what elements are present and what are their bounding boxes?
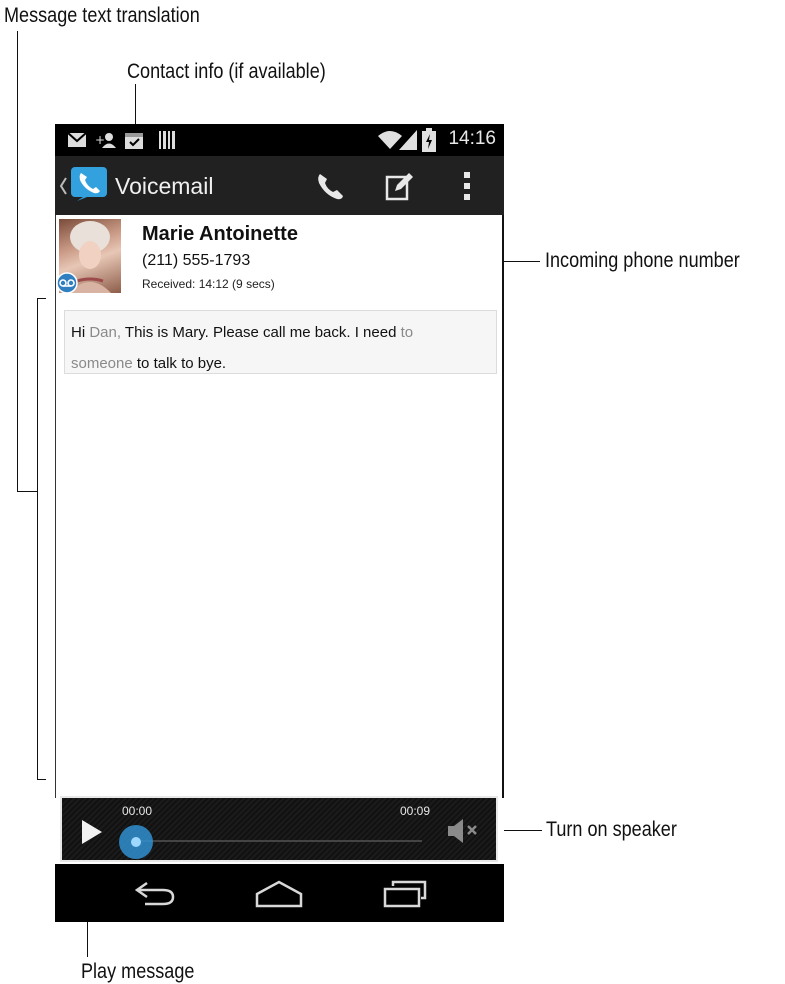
- callout-contact-info: Contact info (if available): [127, 60, 326, 83]
- email-icon: [67, 132, 87, 153]
- transcription-bubble: Hi Dan, This is Mary. Please call me bac…: [64, 310, 497, 374]
- elapsed-time: 00:00: [122, 804, 153, 818]
- call-icon[interactable]: [315, 171, 345, 206]
- callout-incoming-phone-number: Incoming phone number: [545, 249, 740, 272]
- status-bar: + 14:16: [55, 124, 504, 156]
- seek-track[interactable]: [132, 840, 422, 842]
- nav-home-icon[interactable]: [255, 880, 303, 913]
- signal-icon: [399, 130, 417, 155]
- navigation-bar: [55, 864, 504, 922]
- transcript-word: to talk to bye.: [132, 355, 227, 372]
- leader-line: [17, 491, 38, 492]
- callout-turn-on-speaker: Turn on speaker: [546, 818, 677, 841]
- callout-play-message: Play message: [81, 960, 195, 983]
- mute-speaker-icon[interactable]: [446, 818, 484, 849]
- transcription-line-1: Hi Dan, This is Mary. Please call me bac…: [71, 317, 490, 348]
- back-chevron-icon[interactable]: [59, 176, 67, 201]
- transcript-word: Hi: [71, 324, 90, 341]
- contact-phone-number: (211) 555-1793: [142, 252, 251, 269]
- action-bar-title: Voicemail: [115, 173, 214, 199]
- leader-line: [37, 298, 46, 299]
- seek-thumb[interactable]: [118, 824, 154, 865]
- battery-icon: [422, 128, 436, 157]
- transcript-word-low-confidence: to: [400, 324, 414, 341]
- calendar-icon: [124, 130, 144, 155]
- voicemail-detail: Marie Antoinette (211) 555-1793 Received…: [55, 215, 504, 798]
- transcript-word-low-confidence: someone: [71, 355, 133, 372]
- playback-bar: 00:00 00:09: [60, 796, 498, 862]
- play-icon[interactable]: [80, 818, 104, 851]
- overflow-menu-icon[interactable]: [463, 171, 471, 206]
- phone-screen: + 14:16 Voicemail Marie Antoinette (211)…: [55, 124, 504, 922]
- contact-name: Marie Antoinette: [142, 223, 298, 245]
- leader-line: [37, 779, 46, 780]
- nav-back-icon[interactable]: [133, 881, 177, 912]
- voicemail-app-icon[interactable]: [69, 163, 113, 212]
- action-bar: Voicemail: [55, 156, 504, 215]
- nav-recents-icon[interactable]: [383, 880, 427, 913]
- voicemail-badge-icon: [56, 272, 78, 299]
- received-time: Received: 14:12 (9 secs): [142, 277, 275, 291]
- transcript-word-low-confidence: Dan,: [89, 324, 122, 341]
- transcription-line-2: someone to talk to bye.: [71, 348, 490, 379]
- svg-text:+: +: [95, 133, 105, 147]
- leader-line: [37, 298, 38, 780]
- barcode-icon: [159, 131, 175, 154]
- transcript-word: This is Mary. Please call me back. I nee…: [121, 324, 401, 341]
- leader-line: [17, 31, 18, 491]
- edit-icon[interactable]: [385, 171, 415, 206]
- callout-message-text-translation: Message text translation: [4, 4, 200, 27]
- status-time: 14:16: [448, 128, 496, 149]
- add-contact-icon: +: [95, 131, 117, 154]
- duration-time: 00:09: [400, 804, 431, 818]
